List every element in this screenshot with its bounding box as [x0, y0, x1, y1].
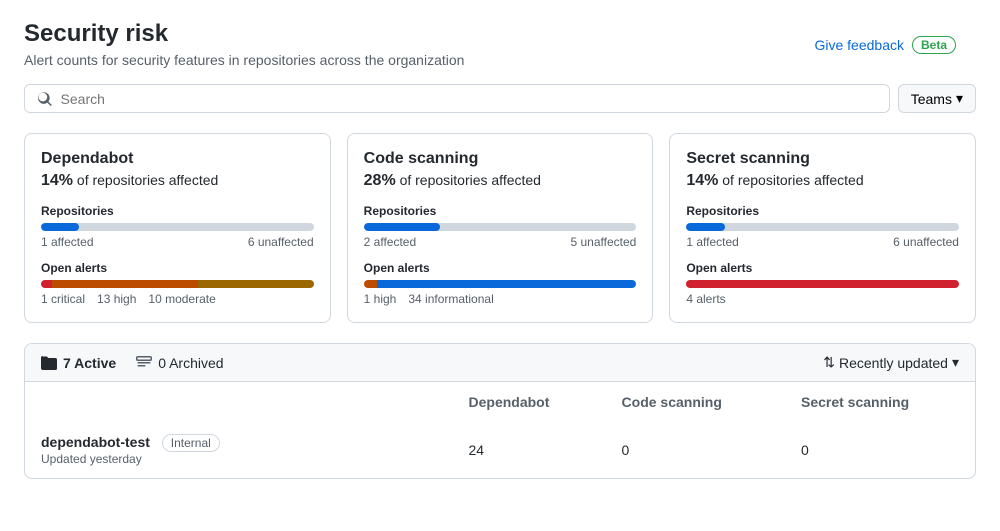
alert-count: 1 high: [364, 292, 397, 306]
cards-row: Dependabot 14% of repositories affected …: [24, 133, 976, 323]
search-input[interactable]: [61, 91, 877, 107]
alert-count: 13 high: [97, 292, 136, 306]
repos-label: Repositories: [364, 204, 637, 218]
tab-active[interactable]: 7 Active: [41, 355, 116, 371]
sort-icon: ⇅: [823, 354, 835, 371]
teams-label: Teams: [911, 91, 952, 107]
alerts-label: Open alerts: [41, 261, 314, 275]
affected-count: 1 affected: [41, 235, 94, 249]
card-pct: 14% of repositories affected: [686, 172, 959, 190]
feedback-link[interactable]: Give feedback: [814, 37, 904, 53]
alerts-label: Open alerts: [364, 261, 637, 275]
alert-count: 1 critical: [41, 292, 85, 306]
alerts-bar: [686, 280, 959, 288]
beta-badge: Beta: [912, 36, 956, 54]
card-title: Code scanning: [364, 150, 637, 168]
repo-name[interactable]: dependabot-test: [41, 434, 150, 450]
active-label: 7 Active: [63, 355, 116, 371]
repo-table: Dependabot Code scanning Secret scanning…: [25, 382, 975, 478]
repos-label: Repositories: [41, 204, 314, 218]
sort-label: Recently updated: [839, 355, 948, 371]
card-0: Dependabot 14% of repositories affected …: [24, 133, 331, 323]
repos-counts: 1 affected 6 unaffected: [41, 235, 314, 249]
col-code-scanning: Code scanning: [606, 382, 785, 422]
sort-dropdown[interactable]: ⇅ Recently updated ▾: [823, 354, 959, 371]
repo-section: 7 Active 0 Archived ⇅ Recently updated ▾…: [24, 343, 976, 479]
card-2: Secret scanning 14% of repositories affe…: [669, 133, 976, 323]
repos-bar: [41, 223, 314, 231]
col-secret-scanning: Secret scanning: [785, 382, 975, 422]
alerts-bar: [41, 280, 314, 288]
card-title: Secret scanning: [686, 150, 959, 168]
alerts-bar: [364, 280, 637, 288]
card-title: Dependabot: [41, 150, 314, 168]
table-header-row: Dependabot Code scanning Secret scanning: [25, 382, 975, 422]
alert-count: 10 moderate: [148, 292, 215, 306]
tab-archived[interactable]: 0 Archived: [136, 355, 223, 371]
alerts-counts: 1 critical 13 high 10 moderate: [41, 292, 314, 306]
search-icon: [37, 91, 53, 107]
unaffected-count: 6 unaffected: [248, 235, 314, 249]
col-dependabot: Dependabot: [453, 382, 606, 422]
repos-label: Repositories: [686, 204, 959, 218]
unaffected-count: 5 unaffected: [570, 235, 636, 249]
alerts-counts: 1 high 34 informational: [364, 292, 637, 306]
sort-chevron-icon: ▾: [952, 354, 959, 371]
unaffected-count: 6 unaffected: [893, 235, 959, 249]
repo-code-scanning: 0: [606, 422, 785, 478]
card-pct: 28% of repositories affected: [364, 172, 637, 190]
repos-counts: 2 affected 5 unaffected: [364, 235, 637, 249]
alerts-label: Open alerts: [686, 261, 959, 275]
alert-count: 4 alerts: [686, 292, 725, 306]
card-pct: 14% of repositories affected: [41, 172, 314, 190]
repo-info: dependabot-test Internal Updated yesterd…: [25, 422, 453, 478]
archived-label: 0 Archived: [158, 355, 223, 371]
repo-secret-scanning: 0: [785, 422, 975, 478]
affected-count: 1 affected: [686, 235, 739, 249]
teams-button[interactable]: Teams ▾: [898, 84, 976, 113]
repos-bar: [364, 223, 637, 231]
page-subtitle: Alert counts for security features in re…: [24, 52, 976, 68]
repo-updated: Updated yesterday: [41, 452, 437, 466]
repos-bar: [686, 223, 959, 231]
repos-counts: 1 affected 6 unaffected: [686, 235, 959, 249]
repo-dependabot: 24: [453, 422, 606, 478]
table-row: dependabot-test Internal Updated yesterd…: [25, 422, 975, 478]
active-repos-icon: [41, 355, 57, 371]
teams-chevron-icon: ▾: [956, 90, 963, 107]
search-box: [24, 84, 890, 113]
search-row: Teams ▾: [24, 84, 976, 113]
archived-icon: [136, 355, 152, 371]
repo-section-header: 7 Active 0 Archived ⇅ Recently updated ▾: [25, 344, 975, 382]
alert-count: 34 informational: [408, 292, 493, 306]
alerts-counts: 4 alerts: [686, 292, 959, 306]
affected-count: 2 affected: [364, 235, 417, 249]
repo-tag: Internal: [162, 434, 220, 452]
card-1: Code scanning 28% of repositories affect…: [347, 133, 654, 323]
